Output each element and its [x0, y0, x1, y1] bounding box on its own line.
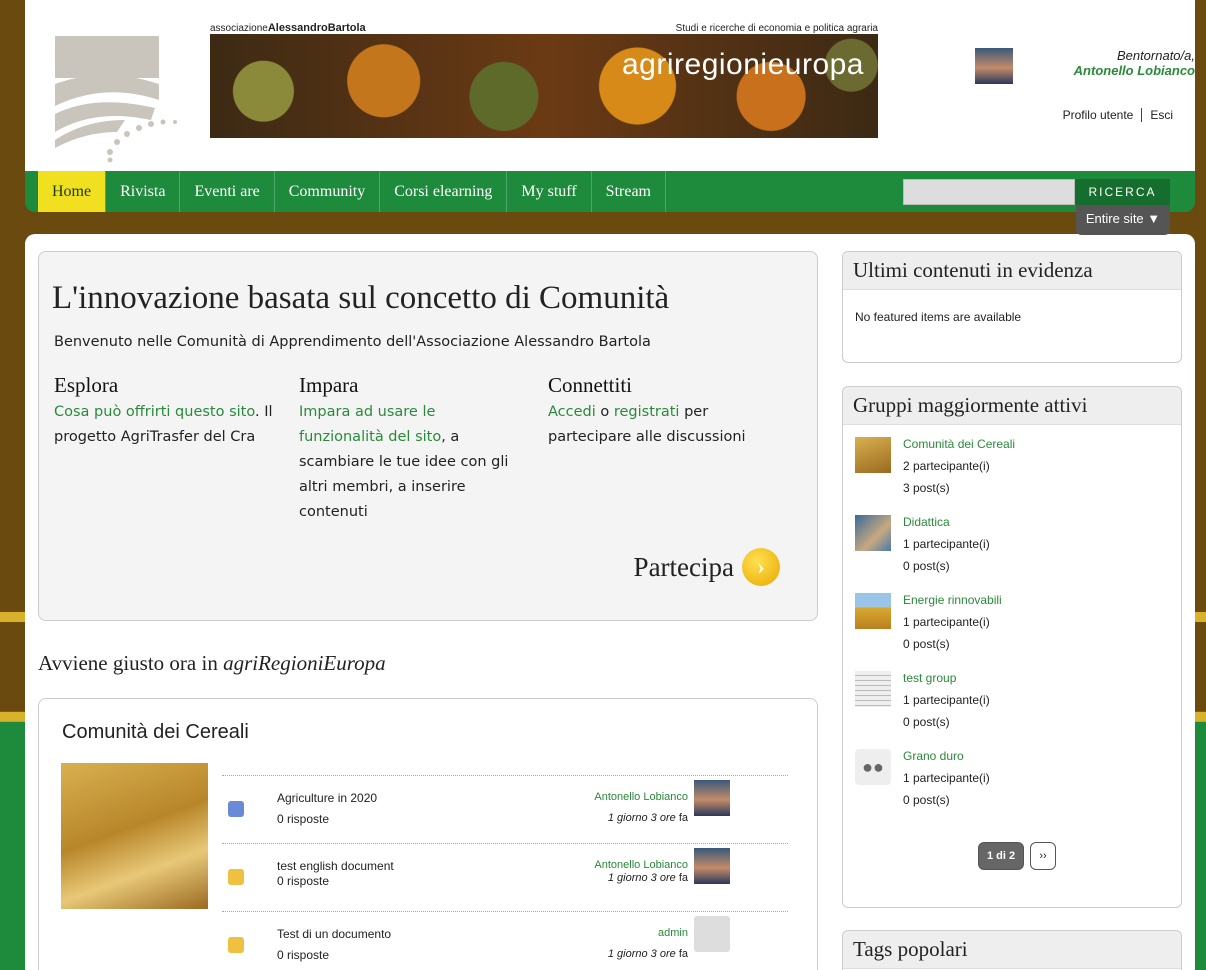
explore-column: Esplora Cosa può offrirti questo sito. I… — [54, 370, 279, 450]
post-title[interactable]: Agriculture in 2020 — [277, 791, 377, 805]
document-icon — [228, 869, 244, 885]
featured-heading: Ultimi contenuti in evidenza — [843, 252, 1181, 290]
list-item: test english document 0 risposte Antonel… — [222, 844, 788, 912]
post-title[interactable]: test english document — [277, 859, 394, 873]
explore-link[interactable]: Cosa può offrirti questo sito — [54, 404, 255, 420]
wheat-image — [61, 763, 208, 909]
document-icon — [228, 937, 244, 953]
active-groups-heading: Gruppi maggiormente attivi — [843, 387, 1181, 425]
tagline: Studi e ricerche di economia e politica … — [675, 23, 878, 34]
header-banner[interactable]: associazioneAlessandroBartola Studi e ri… — [210, 18, 878, 140]
nav-item-community[interactable]: Community — [275, 171, 381, 212]
group-title[interactable]: Comunità dei Cereali — [62, 721, 249, 744]
explore-heading: Esplora — [54, 373, 119, 397]
post-author[interactable]: Antonello Lobianco — [594, 859, 688, 871]
profile-link[interactable]: Profilo utente — [1055, 108, 1142, 122]
group-thumbnail[interactable] — [855, 593, 891, 629]
group-link[interactable]: Comunità dei Cereali — [903, 437, 1015, 451]
popular-tags-heading: Tags popolari — [843, 931, 1181, 969]
main-nav: Home Rivista Eventi are Community Corsi … — [25, 171, 1195, 212]
main-content: L'innovazione basata sul concetto di Com… — [25, 234, 1195, 970]
discussion-icon — [228, 801, 244, 817]
post-author[interactable]: admin — [658, 927, 688, 939]
group-default-icon[interactable]: ●● — [855, 749, 891, 785]
group-thumbnail[interactable] — [855, 671, 891, 707]
page-title: L'innovazione basata sul concetto di Com… — [52, 280, 670, 316]
nav-item-home[interactable]: Home — [38, 171, 107, 212]
pagination: 1 di 2 ›› — [978, 842, 1056, 870]
learn-heading: Impara — [299, 373, 359, 397]
group-link[interactable]: Didattica — [903, 515, 950, 529]
page-indicator: 1 di 2 — [978, 842, 1024, 870]
activity-heading: Avviene giusto ora in agriRegioniEuropa — [38, 651, 386, 675]
featured-empty: No featured items are available — [855, 310, 1022, 324]
welcome-message: Bentornato/a, Antonello Lobianco — [1015, 48, 1195, 78]
avatar[interactable] — [694, 780, 730, 816]
login-link[interactable]: Accedi — [548, 404, 596, 420]
pumpkins-banner-image: agriregionieuropa — [210, 34, 878, 138]
nav-item-rivista[interactable]: Rivista — [106, 171, 181, 212]
popular-tags-box: Tags popolari — [842, 930, 1182, 970]
next-page-button[interactable]: ›› — [1030, 842, 1056, 870]
group-thumbnail[interactable] — [855, 437, 891, 473]
welcome-panel: L'innovazione basata sul concetto di Com… — [38, 251, 818, 621]
list-item: Agriculture in 2020 0 risposte Antonello… — [222, 776, 788, 844]
group-activity-card: Comunità dei Cereali Agriculture in 2020… — [38, 698, 818, 970]
arrow-right-icon: › — [742, 548, 780, 586]
site-logo[interactable] — [55, 36, 185, 164]
featured-box: Ultimi contenuti in evidenza No featured… — [842, 251, 1182, 363]
nav-item-stream[interactable]: Stream — [592, 171, 666, 212]
user-name-link[interactable]: Antonello Lobianco — [1015, 63, 1195, 78]
connect-heading: Connettiti — [548, 373, 632, 397]
learn-link[interactable]: Impara ad usare le funzionalità del sito — [299, 404, 441, 445]
search-button[interactable]: RICERCA — [1075, 179, 1170, 205]
logout-link[interactable]: Esci — [1141, 108, 1181, 122]
site-header: associazioneAlessandroBartola Studi e ri… — [25, 0, 1195, 175]
search-scope-dropdown[interactable]: Entire site ▼ — [1076, 205, 1170, 235]
group-thumbnail[interactable] — [855, 515, 891, 551]
participate-button[interactable]: Partecipa › — [634, 548, 780, 586]
brand-title: agriregionieuropa — [622, 48, 864, 81]
group-link[interactable]: Grano duro — [903, 749, 964, 763]
group-link[interactable]: test group — [903, 671, 956, 685]
post-title[interactable]: Test di un documento — [277, 927, 391, 941]
association-name: associazioneAlessandroBartola — [210, 22, 366, 34]
register-link[interactable]: registrati — [614, 404, 680, 420]
intro-text: Benvenuto nelle Comunità di Apprendiment… — [54, 334, 651, 350]
learn-column: Impara Impara ad usare le funzionalità d… — [299, 370, 514, 525]
nav-item-eventi[interactable]: Eventi are — [180, 171, 275, 212]
nav-item-mystuff[interactable]: My stuff — [507, 171, 592, 212]
list-item: Test di un documento 0 risposte admin 1 … — [222, 912, 788, 970]
nav-item-corsi[interactable]: Corsi elearning — [380, 171, 508, 212]
active-groups-box: Gruppi maggiormente attivi Comunità dei … — [842, 386, 1182, 908]
avatar[interactable] — [694, 848, 730, 884]
default-avatar-icon[interactable] — [694, 916, 730, 952]
connect-column: Connettiti Accedi o registrati per parte… — [548, 370, 763, 450]
user-links: Profilo utente Esci — [1055, 108, 1181, 122]
search-input[interactable] — [903, 179, 1075, 205]
avatar[interactable] — [975, 48, 1013, 84]
group-link[interactable]: Energie rinnovabili — [903, 593, 1002, 607]
post-list: Agriculture in 2020 0 risposte Antonello… — [222, 775, 788, 970]
post-author[interactable]: Antonello Lobianco — [594, 791, 688, 803]
